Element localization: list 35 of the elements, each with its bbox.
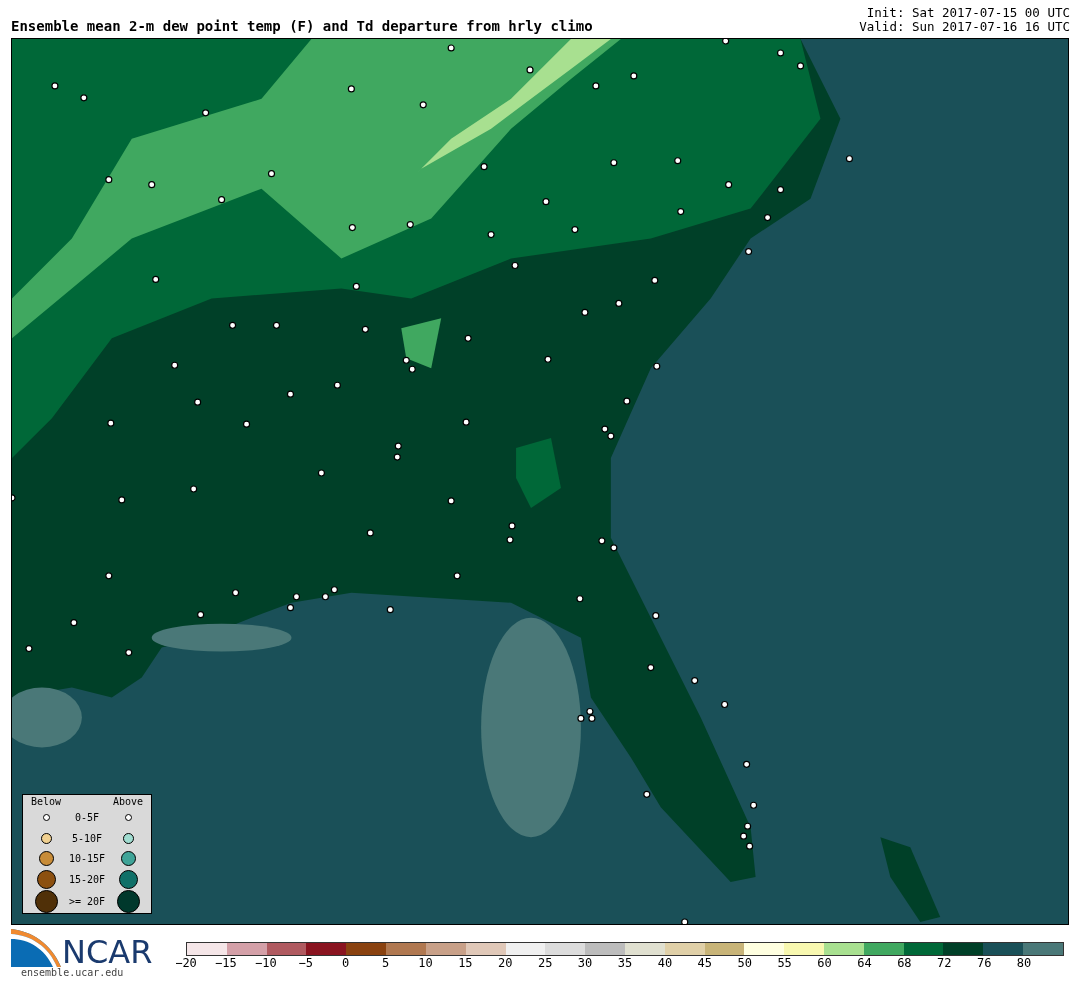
legend-label: 0-5F [73,812,101,824]
legend-label: 5-10F [70,832,104,844]
valid-time: Valid: Sun 2017-07-16 16 UTC [859,20,1070,34]
scale-tick-label: 72 [937,956,952,970]
legend-heading: Above [111,795,145,807]
scale-tick-label: 76 [976,956,992,970]
scale-tick-label: 50 [737,956,752,970]
scale-tick-label: −15 [215,956,237,970]
chart-title: Ensemble mean 2-m dew point temp (F) and Td departure from hrly climo [11,18,593,34]
scale-tick-label: 25 [537,956,553,970]
legend-label: 10-15F [69,853,105,865]
init-time: Init: Sat 2017-07-15 00 UTC [865,6,1070,20]
scale-tick-label: −5 [298,956,313,970]
legend-heading: Below [29,795,63,807]
scale-tick-label: 15 [458,956,473,970]
scale-tick-label: 64 [857,956,872,970]
scale-tick-label: 10 [418,956,433,970]
swoosh-icon [11,929,61,967]
scale-tick-label: 40 [657,956,673,970]
scale-tick-label: −20 [175,956,197,970]
scale-tick-label: 30 [577,956,593,970]
scale-tick-label: 55 [777,956,792,970]
scale-tick-label: 68 [897,956,912,970]
logo-wordmark: NCAR [62,937,153,967]
legend-label: 15-20F [69,873,105,885]
scale-tick-label: 45 [697,956,713,970]
scale-tick-label: 5 [381,956,390,970]
scale-tick-label: 0 [342,956,350,970]
scale-tick-label: 60 [817,956,832,970]
site-url: ensemble.ucar.edu [21,967,125,978]
scale-tick-label: 20 [498,956,513,970]
legend-label: >= 20F [69,895,105,907]
scale-tick-label: −10 [254,956,277,970]
scale-tick-label: 35 [617,956,633,970]
scale-tick-label: 80 [1016,956,1032,970]
